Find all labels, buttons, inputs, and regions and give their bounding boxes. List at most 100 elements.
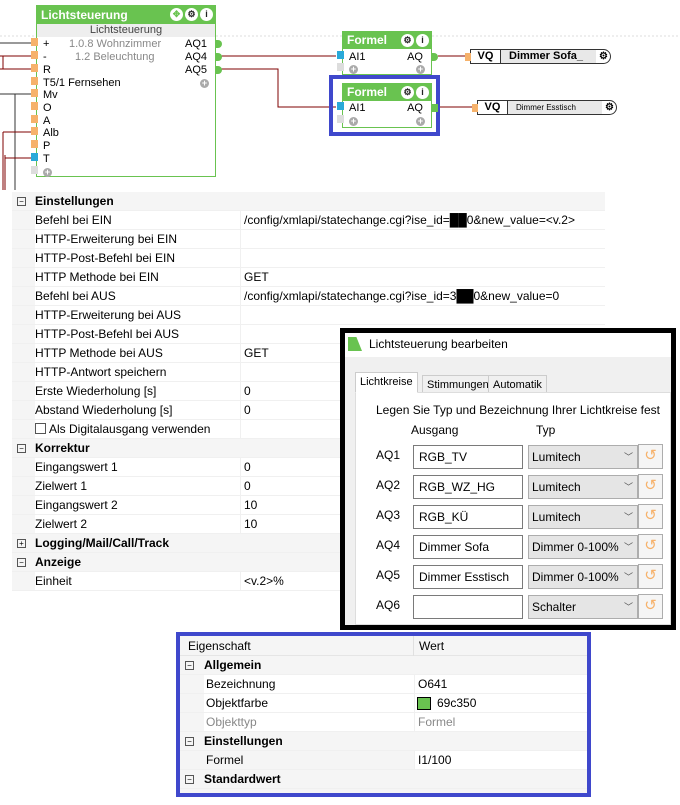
property-label: Eingangswert 2 (35, 496, 240, 514)
type-select[interactable]: Dimmer 0-100% ﹀ (528, 565, 638, 589)
collapse-icon[interactable]: − (17, 444, 26, 453)
add-output-icon[interactable]: + (416, 65, 425, 74)
input-ai1: AI1 (349, 102, 366, 114)
prop-value-formel[interactable]: I1/100 (414, 751, 587, 769)
input-plus: + (43, 38, 50, 50)
output-name-input[interactable]: Dimmer Sofa (413, 535, 523, 559)
reset-icon[interactable]: ↺ (638, 564, 663, 589)
edit-dialog: Lichtsteuerung bearbeiten Lichtkreise St… (340, 328, 676, 630)
output-id: AQ6 (376, 598, 401, 612)
prop-value-bezeichnung[interactable]: O641 (414, 675, 587, 693)
output-id: AQ4 (376, 538, 401, 552)
category-header[interactable]: Korrektur (35, 439, 240, 457)
gear-icon[interactable]: ⚙ (605, 102, 614, 113)
collapse-icon[interactable]: − (185, 661, 194, 670)
add-output-icon[interactable]: + (416, 117, 425, 126)
property-label: Eingangswert 1 (35, 458, 240, 476)
type-select[interactable]: Lumitech ﹀ (528, 445, 638, 469)
property-value[interactable]: /config/xmlapi/statechange.cgi?ise_id=3█… (240, 287, 605, 305)
add-input-icon[interactable]: + (43, 168, 52, 177)
category-allgemein[interactable]: Allgemein (204, 656, 409, 674)
dialog-title: Lichtsteuerung bearbeiten (369, 337, 508, 351)
formel-block-1[interactable]: Formel ⚙ i AI1 AQ + + (337, 31, 438, 75)
add-input-icon[interactable]: + (349, 117, 358, 126)
category-header[interactable]: Logging/Mail/Call/Track (35, 534, 240, 552)
type-value: Lumitech (532, 510, 581, 524)
prop-label: Objekttyp (204, 713, 414, 731)
property-value[interactable]: GET (240, 268, 605, 286)
gear-icon[interactable]: ⚙ (401, 34, 414, 47)
collapse-icon[interactable]: − (17, 197, 26, 206)
add-output-icon[interactable]: + (200, 79, 209, 88)
vq-block-sofa[interactable]: VQ Dimmer Sofa_ ⚙ (465, 49, 611, 64)
category-header[interactable]: Anzeige (35, 553, 240, 571)
type-select[interactable]: Lumitech ﹀ (528, 505, 638, 529)
property-row: HTTP-Erweiterung bei AUS (12, 306, 605, 325)
add-input-icon[interactable]: + (349, 65, 358, 74)
property-value[interactable] (240, 249, 605, 267)
output-name-input[interactable]: RGB_TV (413, 445, 523, 469)
chevron-down-icon: ﹀ (623, 482, 633, 492)
reset-icon[interactable]: ↺ (638, 504, 663, 529)
output-name-input[interactable]: RGB_KÜ (413, 505, 523, 529)
chevron-down-icon: ﹀ (623, 542, 633, 552)
output-name-input[interactable] (413, 595, 523, 619)
input-p: P (43, 140, 51, 152)
type-select[interactable]: Dimmer 0-100% ﹀ (528, 535, 638, 559)
tab-lichtkreise[interactable]: Lichtkreise (355, 372, 418, 393)
expand-icon[interactable]: + (17, 539, 26, 548)
gear-icon[interactable]: ⚙ (185, 8, 198, 21)
reset-icon[interactable]: ↺ (638, 594, 663, 619)
info-icon[interactable]: i (416, 34, 429, 47)
property-label: Befehl bei EIN (35, 211, 240, 229)
property-value[interactable] (240, 306, 605, 324)
info-icon[interactable]: i (200, 8, 213, 21)
output-id: AQ3 (376, 508, 401, 522)
vq-block-esstisch[interactable]: VQ Dimmer Esstisch ⚙ (472, 100, 617, 115)
property-label: HTTP Methode bei EIN (35, 268, 240, 286)
formel-block-2[interactable]: Formel ⚙ i AI1 AQ + + (337, 83, 438, 128)
prop-value-objektfarbe[interactable]: 69c350 (414, 694, 587, 712)
type-value: Dimmer 0-100% (532, 540, 619, 554)
input-mv: Mv (43, 89, 58, 101)
vq-name: Dimmer Sofa_ (501, 50, 596, 63)
chevron-down-icon: ﹀ (623, 452, 633, 462)
collapse-icon[interactable]: − (185, 775, 194, 784)
property-label: HTTP-Post-Befehl bei EIN (35, 249, 240, 267)
vq-name: Dimmer Esstisch (508, 101, 602, 114)
input-r: R (43, 64, 51, 76)
lichtsteuerung-block[interactable]: Lichtsteuerung ✥ ⚙ i Lichtsteuerung +1.0… (31, 5, 222, 177)
type-select[interactable]: Schalter ﹀ (528, 595, 638, 619)
block-subtitle: Lichtsteuerung (37, 24, 215, 37)
reset-icon[interactable]: ↺ (638, 444, 663, 469)
property-row: Befehl bei EIN/config/xmlapi/statechange… (12, 211, 605, 230)
prop-label: Formel (206, 753, 244, 767)
collapse-icon[interactable]: − (17, 558, 26, 567)
reset-icon[interactable]: ↺ (638, 474, 663, 499)
output-id: AQ1 (376, 448, 401, 462)
type-select[interactable]: Lumitech ﹀ (528, 475, 638, 499)
property-label: HTTP Methode bei AUS (35, 344, 240, 362)
property-value[interactable]: /config/xmlapi/statechange.cgi?ise_id=██… (240, 211, 605, 229)
category-einstellungen[interactable]: Einstellungen (204, 732, 409, 750)
collapse-icon[interactable]: − (185, 737, 194, 746)
category-header[interactable]: Einstellungen (35, 192, 240, 210)
gear-icon[interactable]: ⚙ (599, 51, 608, 62)
color-swatch (417, 697, 431, 710)
checkbox-row[interactable]: Als Digitalausgang verwenden (35, 420, 240, 438)
output-name-input[interactable]: Dimmer Esstisch (413, 565, 523, 589)
color-value: 69c350 (437, 696, 477, 710)
input-t: T (43, 153, 50, 165)
reset-icon[interactable]: ↺ (638, 534, 663, 559)
type-value: Lumitech (532, 480, 581, 494)
info-icon[interactable]: i (416, 86, 429, 99)
vq-label: VQ (478, 101, 508, 114)
property-value[interactable] (240, 230, 605, 248)
gear-icon[interactable]: ⚙ (401, 86, 414, 99)
chevron-down-icon: ﹀ (623, 572, 633, 582)
checkbox[interactable] (35, 423, 46, 434)
move-icon[interactable]: ✥ (170, 8, 183, 21)
output-name-input[interactable]: RGB_WZ_HG (413, 475, 523, 499)
category-standardwert[interactable]: Standardwert (204, 770, 409, 788)
column-ausgang: Ausgang (411, 423, 459, 437)
